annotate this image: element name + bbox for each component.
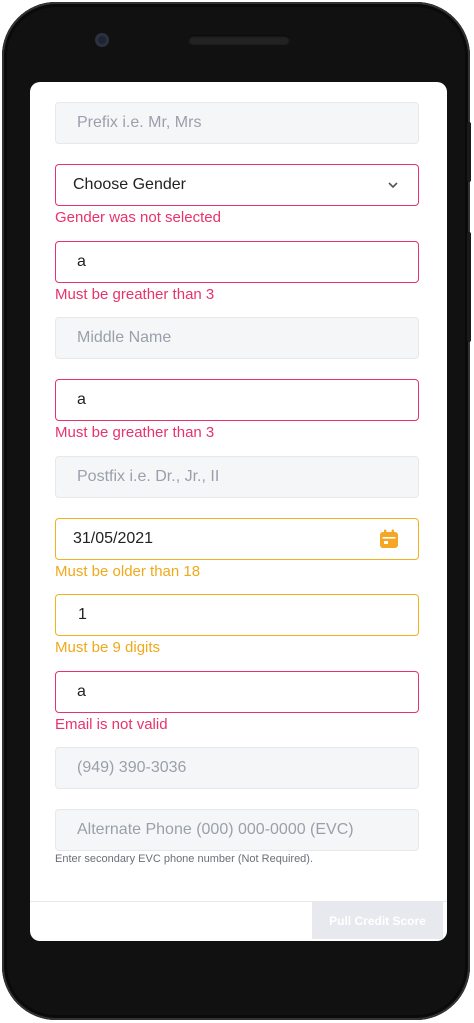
phone-input[interactable]: (949) 390-3036: [55, 747, 419, 789]
prefix-input[interactable]: Prefix i.e. Mr, Mrs: [55, 102, 419, 144]
last-name-input[interactable]: a: [55, 379, 419, 421]
postfix-placeholder: Postfix i.e. Dr., Jr., II: [77, 468, 220, 485]
alternate-phone-input[interactable]: Alternate Phone (000) 000-0000 (EVC): [55, 809, 419, 851]
volume-button: [467, 122, 471, 182]
ssn-value: 1: [78, 606, 87, 623]
front-camera: [95, 33, 109, 47]
date-of-birth-input[interactable]: 31/05/2021: [55, 518, 419, 560]
pull-credit-score-button[interactable]: Pull Credit Score: [312, 902, 443, 939]
middle-name-input[interactable]: Middle Name: [55, 317, 419, 359]
alternate-phone-placeholder: Alternate Phone (000) 000-0000 (EVC): [77, 821, 354, 838]
gender-select[interactable]: Choose Gender: [55, 164, 419, 206]
email-value: a: [77, 683, 86, 700]
email-input[interactable]: a: [55, 671, 419, 713]
phone-frame: Prefix i.e. Mr, Mrs Choose Gender Gender…: [2, 2, 471, 1020]
date-of-birth-error: Must be older than 18: [55, 563, 201, 580]
phone-placeholder: (949) 390-3036: [77, 759, 187, 776]
prefix-placeholder: Prefix i.e. Mr, Mrs: [77, 114, 202, 131]
ssn-input[interactable]: 1: [55, 594, 419, 636]
middle-name-placeholder: Middle Name: [77, 329, 172, 346]
app-screen: Prefix i.e. Mr, Mrs Choose Gender Gender…: [30, 82, 447, 941]
calendar-icon[interactable]: [379, 529, 399, 549]
first-name-value: a: [77, 253, 86, 270]
postfix-input[interactable]: Postfix i.e. Dr., Jr., II: [55, 456, 419, 498]
last-name-error: Must be greather than 3: [55, 424, 215, 441]
earpiece-speaker: [188, 35, 290, 45]
ssn-error: Must be 9 digits: [55, 639, 161, 656]
last-name-value: a: [77, 391, 86, 408]
chevron-down-icon: [388, 182, 398, 189]
power-button: [467, 232, 471, 342]
date-of-birth-value: 31/05/2021: [73, 530, 154, 547]
first-name-input[interactable]: a: [55, 241, 419, 283]
first-name-error: Must be greather than 3: [55, 286, 215, 303]
gender-error: Gender was not selected: [55, 209, 221, 226]
alternate-phone-hint: Enter secondary EVC phone number (Not Re…: [55, 853, 314, 865]
gender-select-value: Choose Gender: [73, 176, 186, 193]
email-error: Email is not valid: [55, 716, 168, 733]
